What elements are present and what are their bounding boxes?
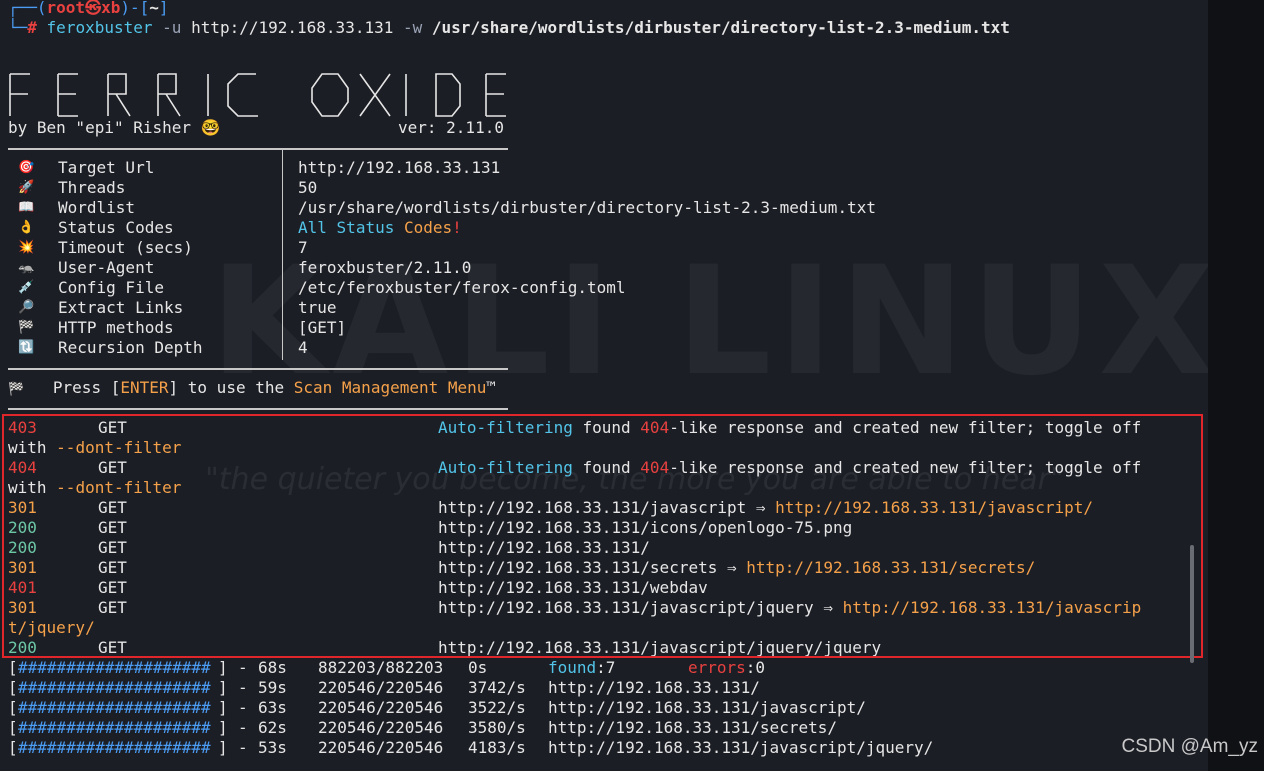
error-count: errors:0 — [688, 658, 766, 677]
progress-url: http://192.168.33.131/secrets/ — [548, 718, 837, 737]
config-value: feroxbuster/2.11.0 — [298, 258, 472, 277]
config-label: Threads — [58, 178, 126, 197]
config-value: /etc/feroxbuster/ferox-config.toml — [298, 278, 626, 297]
elapsed-time: 68s — [258, 658, 287, 677]
command-line: └─# feroxbuster -u http://192.168.33.131… — [8, 18, 1010, 37]
prompt-dir: ~ — [149, 0, 159, 17]
timer-icon: 💥 — [18, 240, 35, 255]
dash: - — [238, 678, 248, 697]
progress-bar: #################### — [18, 658, 211, 677]
elapsed-time: 62s — [258, 718, 287, 737]
request-count: 220546/220546 — [318, 678, 444, 697]
request-rate: 3580/s — [468, 718, 526, 737]
progress-bar: #################### — [18, 698, 211, 717]
magnifier-icon: 🔎 — [18, 300, 35, 315]
scan-management-menu: Scan Management Menu — [293, 378, 487, 397]
elapsed-time: 63s — [258, 698, 287, 717]
request-rate: 0s — [468, 658, 488, 677]
syringe-icon: 💉 — [18, 280, 35, 295]
bracket: ] — [218, 678, 228, 697]
bracket: [ — [8, 678, 18, 697]
dash: - — [238, 658, 248, 677]
progress-bar: #################### — [18, 678, 211, 697]
ok-hand-icon: 👌 — [18, 220, 35, 235]
press-enter-line: 🏁 Press [ENTER] to use the Scan Manageme… — [8, 378, 496, 398]
agent-icon: 🦡 — [18, 260, 35, 275]
progress-bar: #################### — [18, 738, 211, 757]
author-line: by Ben "epi" Risher 🤓 ver: 2.11.0 — [8, 118, 504, 137]
progress-url: http://192.168.33.131/javascript/ — [548, 698, 866, 717]
elapsed-time: 59s — [258, 678, 287, 697]
request-count: 882203/882203 — [318, 658, 444, 677]
csdn-watermark: CSDN @Am_yz — [1121, 736, 1258, 757]
flag-icon: 🏁 — [8, 382, 25, 397]
target-icon: 🎯 — [18, 160, 35, 175]
bracket: [ — [8, 718, 18, 737]
bracket: [ — [8, 658, 18, 677]
config-value: All Status Codes! — [298, 218, 462, 237]
request-rate: 3522/s — [468, 698, 526, 717]
progress-url: http://192.168.33.131/javascript/jquery/ — [548, 738, 934, 757]
request-count: 220546/220546 — [318, 738, 444, 757]
bracket: [ — [8, 698, 18, 717]
progress-url: http://192.168.33.131/ — [548, 678, 760, 697]
bracket: ] — [218, 718, 228, 737]
request-count: 220546/220546 — [318, 698, 444, 717]
config-value: /usr/share/wordlists/dirbuster/directory… — [298, 198, 876, 217]
dash: - — [238, 698, 248, 717]
progress-bar: #################### — [18, 718, 211, 737]
found-count: found:7 — [548, 658, 616, 677]
config-label: Status Codes — [58, 218, 174, 237]
side-panel — [1208, 0, 1264, 771]
flag-icon: 🏁 — [18, 320, 35, 335]
request-rate: 4183/s — [468, 738, 526, 757]
rocket-icon: 🚀 — [18, 180, 35, 195]
config-label: User-Agent — [58, 258, 155, 277]
prompt-line: ┌──(root㉿xb)-[~] — [8, 0, 169, 17]
config-label: Timeout (secs) — [58, 238, 193, 257]
divider — [8, 408, 508, 410]
bracket: ] — [218, 738, 228, 757]
config-value: 7 — [298, 238, 308, 257]
config-value: 50 — [298, 178, 318, 197]
table-divider — [282, 150, 283, 360]
config-label: Recursion Depth — [58, 338, 203, 357]
config-value: http://192.168.33.131 — [298, 158, 501, 177]
config-label: HTTP methods — [58, 318, 174, 337]
prompt-user: root㉿xb — [46, 0, 121, 17]
bracket: ] — [218, 698, 228, 717]
scrollbar[interactable] — [1190, 545, 1194, 663]
config-label: Wordlist — [58, 198, 136, 217]
bracket: [ — [8, 738, 18, 757]
divider — [8, 148, 508, 150]
request-rate: 3742/s — [468, 678, 526, 697]
config-value: 4 — [298, 338, 308, 357]
request-count: 220546/220546 — [318, 718, 444, 737]
terminal-window[interactable]: KALI LINUX "the quieter you become, the … — [0, 0, 1208, 771]
results-highlight-box — [2, 414, 1203, 658]
dash: - — [238, 738, 248, 757]
config-label: Extract Links — [58, 298, 184, 317]
ferric-oxide-logo — [8, 60, 508, 120]
book-icon: 📖 — [18, 200, 35, 215]
divider — [8, 368, 508, 370]
config-label: Target Url — [58, 158, 155, 177]
config-value: true — [298, 298, 337, 317]
recursion-icon: 🔃 — [18, 340, 35, 355]
bracket: ] — [218, 658, 228, 677]
config-value: [GET] — [298, 318, 347, 337]
config-label: Config File — [58, 278, 164, 297]
elapsed-time: 53s — [258, 738, 287, 757]
version: ver: 2.11.0 — [398, 118, 504, 137]
command-name: feroxbuster — [46, 18, 153, 37]
dash: - — [238, 718, 248, 737]
